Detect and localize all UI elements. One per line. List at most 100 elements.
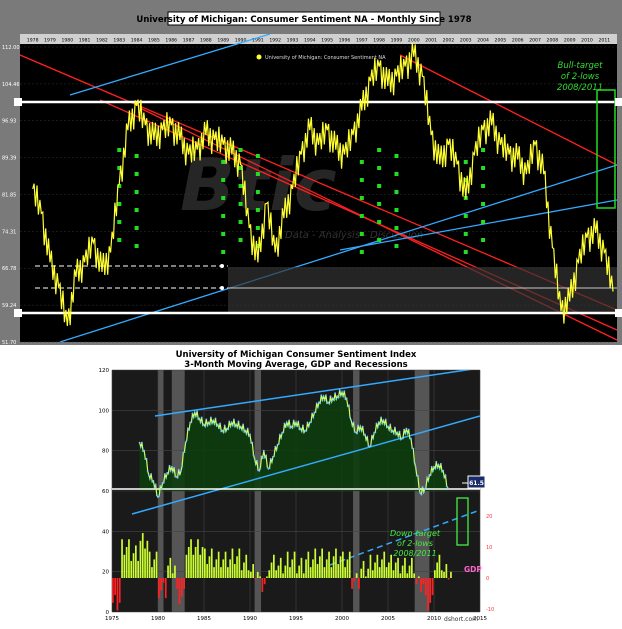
sentiment-ma-point bbox=[357, 424, 359, 427]
sentiment-ma-point bbox=[310, 421, 312, 424]
sentiment-ma-point bbox=[372, 437, 374, 440]
cycle-marker bbox=[117, 238, 122, 242]
cycle-marker bbox=[221, 178, 226, 182]
gdp-bar bbox=[116, 578, 119, 611]
sentiment-ma-point bbox=[251, 441, 254, 444]
gdp-bar bbox=[183, 578, 185, 589]
down-target-line1: Down-target bbox=[390, 529, 441, 538]
gdp-bar bbox=[240, 570, 243, 578]
gdp-bar bbox=[351, 578, 353, 589]
sentiment-ma-point bbox=[183, 451, 186, 453]
sentiment-ma-point bbox=[341, 391, 343, 394]
cycle-marker bbox=[394, 154, 399, 158]
gdp-bar bbox=[300, 557, 303, 578]
gdp-bar bbox=[323, 567, 326, 578]
sentiment-ma-point bbox=[141, 441, 143, 444]
gdp-bar bbox=[217, 551, 220, 578]
gdp-bar bbox=[289, 567, 291, 578]
sentiment-ma-point bbox=[282, 431, 285, 434]
top-x-tick-label: 2002 bbox=[443, 38, 455, 44]
gdp-bar bbox=[261, 578, 264, 592]
gdp-bar bbox=[447, 578, 450, 580]
top-x-tick-label: 2001 bbox=[425, 38, 437, 44]
gdp-bar bbox=[185, 554, 188, 578]
top-x-tick-label: 1996 bbox=[339, 38, 351, 44]
sentiment-ma-point bbox=[143, 449, 146, 452]
gdp-bar bbox=[417, 576, 420, 578]
cycle-marker bbox=[394, 208, 399, 212]
gdp-bar bbox=[344, 567, 346, 578]
cycle-marker bbox=[238, 220, 243, 224]
gdp-bar bbox=[314, 548, 317, 578]
sentiment-ma-point bbox=[245, 433, 248, 435]
gdp-bar bbox=[381, 559, 383, 578]
sentiment-ma-point bbox=[302, 424, 304, 427]
gdp-bar bbox=[413, 573, 415, 578]
cycle-marker bbox=[463, 160, 468, 164]
sentiment-ma-point bbox=[366, 435, 369, 438]
cycle-marker bbox=[377, 238, 382, 242]
sentiment-ma-point bbox=[159, 485, 162, 487]
gdp-bar bbox=[399, 573, 402, 578]
sentiment-ma-point bbox=[247, 435, 250, 437]
gdp-bar bbox=[406, 573, 409, 578]
sentiment-ma-point bbox=[296, 425, 299, 428]
sentiment-ma-point bbox=[155, 494, 158, 497]
sentiment-ma-point bbox=[207, 421, 210, 424]
gdp-bar bbox=[266, 576, 268, 578]
sentiment-ma-point bbox=[208, 423, 211, 426]
gdp-bar bbox=[187, 547, 190, 578]
top-y-tick-label: 74.31 bbox=[2, 229, 16, 235]
gdp-bar bbox=[114, 578, 116, 596]
gdp-bar bbox=[438, 554, 441, 578]
gdp-bar bbox=[275, 570, 277, 578]
gdp-bar bbox=[153, 559, 156, 578]
sentiment-ma-point bbox=[361, 425, 364, 428]
sentiment-ma-point bbox=[342, 395, 345, 398]
top-x-tick-label: 1983 bbox=[113, 38, 125, 44]
sentiment-ma-point bbox=[259, 467, 262, 470]
sentiment-ma-point bbox=[198, 417, 201, 420]
sentiment-ma-point bbox=[227, 428, 230, 431]
gdp-bar bbox=[353, 578, 356, 582]
cycle-marker bbox=[463, 250, 468, 254]
gdp-bar bbox=[178, 578, 181, 605]
top-chart-title: University of Michigan: Consumer Sentime… bbox=[136, 15, 471, 25]
gdp-bar bbox=[385, 567, 388, 578]
gdp-bar bbox=[436, 562, 438, 578]
gdp-bar bbox=[383, 551, 386, 578]
top-x-tick-label: 2004 bbox=[477, 38, 489, 44]
cycle-marker bbox=[221, 250, 226, 254]
sentiment-ma-point bbox=[177, 468, 180, 471]
sentiment-ma-point bbox=[396, 431, 399, 434]
bottom-x-tick-label: 1980 bbox=[151, 616, 165, 622]
sentiment-ma-point bbox=[390, 431, 393, 433]
sentiment-ma-point bbox=[219, 422, 222, 425]
cycle-marker bbox=[238, 184, 243, 188]
support-zone bbox=[228, 267, 617, 314]
top-x-tick-label: 1982 bbox=[96, 38, 108, 44]
gdp-bar bbox=[358, 578, 360, 589]
sentiment-ma-point bbox=[430, 465, 433, 468]
cycle-marker bbox=[394, 226, 399, 230]
gdp-bar bbox=[270, 562, 273, 578]
sentiment-ma-point bbox=[443, 476, 446, 479]
gdp-bar bbox=[112, 578, 114, 603]
sentiment-ma-point bbox=[223, 424, 226, 427]
sentiment-ma-point bbox=[337, 396, 340, 399]
top-x-tick-label: 1979 bbox=[44, 38, 56, 44]
bull-target-line3: 2008/2011 bbox=[557, 83, 603, 93]
cycle-marker bbox=[377, 220, 382, 224]
bottom-title-line2: 3-Month Moving Average, GDP and Recessio… bbox=[184, 360, 407, 370]
sentiment-ma-point bbox=[242, 423, 245, 426]
cycle-marker bbox=[463, 232, 468, 236]
sentiment-ma-point bbox=[265, 454, 267, 457]
gdp-bar bbox=[158, 578, 160, 599]
sentiment-ma-point bbox=[433, 465, 435, 468]
sentiment-ma-point bbox=[334, 392, 336, 395]
sentiment-ma-point bbox=[398, 430, 401, 433]
gdp-bar bbox=[296, 573, 298, 578]
sentiment-ma-point bbox=[256, 459, 258, 462]
sentiment-ma-point bbox=[200, 416, 203, 419]
sentiment-ma-point bbox=[336, 395, 339, 398]
